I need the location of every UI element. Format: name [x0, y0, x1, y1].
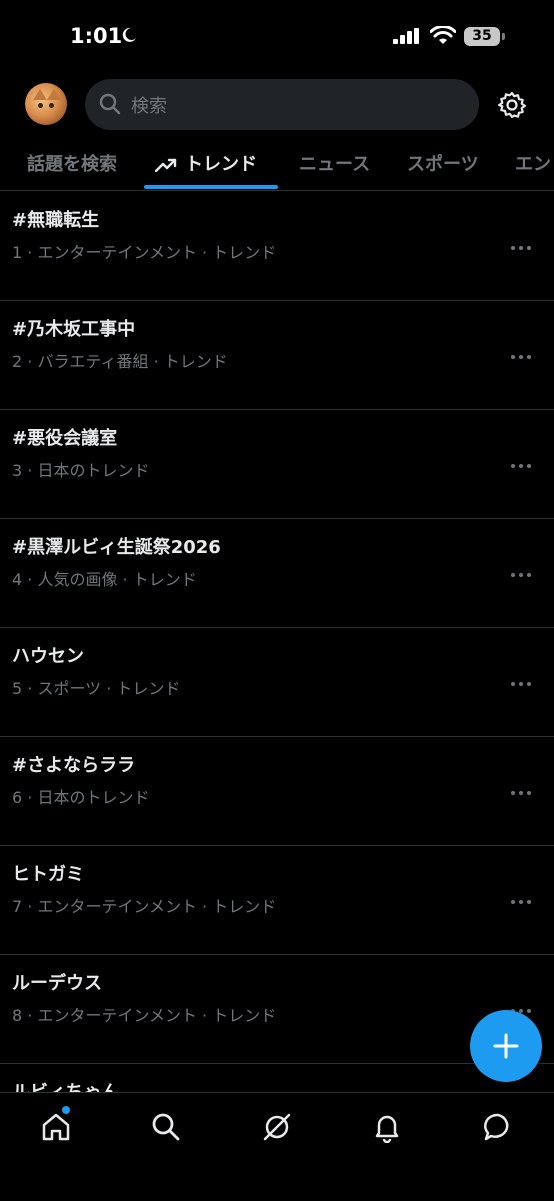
trend-item[interactable]: #乃木坂工事中 2 · バラエティ番組 · トレンド: [0, 300, 554, 410]
more-icon[interactable]: [510, 899, 532, 905]
more-icon[interactable]: [510, 245, 532, 251]
more-icon[interactable]: [510, 681, 532, 687]
trend-meta: 8 · エンターテインメント · トレンド: [12, 1006, 277, 1025]
trend-name: ヒトガミ: [12, 864, 84, 885]
bottom-nav: [0, 1092, 554, 1201]
trend-item[interactable]: ハウセン 5 · スポーツ · トレンド: [0, 627, 554, 737]
trend-item[interactable]: #黒澤ルビィ生誕祭2026 4 · 人気の画像 · トレンド: [0, 518, 554, 628]
trend-meta: 6 · 日本のトレンド: [12, 788, 150, 807]
tab-sports[interactable]: スポーツ: [407, 150, 479, 176]
signal-icon: [393, 28, 419, 44]
tab-explore[interactable]: 話題を検索: [27, 150, 117, 176]
trend-name: ハウセン: [12, 646, 84, 667]
status-time: 1:01: [70, 24, 123, 48]
trend-meta: 3 · 日本のトレンド: [12, 461, 150, 480]
search-icon: [99, 93, 121, 115]
wifi-icon: [430, 26, 456, 44]
tab-entertainment[interactable]: エン: [515, 150, 551, 176]
trend-item[interactable]: #悪役会議室 3 · 日本のトレンド: [0, 409, 554, 519]
compose-button[interactable]: [470, 1010, 542, 1082]
trend-item[interactable]: #さよならララ 6 · 日本のトレンド: [0, 736, 554, 846]
trend-meta: 4 · 人気の画像 · トレンド: [12, 570, 197, 589]
trend-item[interactable]: ヒトガミ 7 · エンターテインメント · トレンド: [0, 845, 554, 955]
more-icon[interactable]: [510, 572, 532, 578]
notifications-icon[interactable]: [371, 1111, 403, 1143]
moon-icon: [122, 27, 136, 42]
avatar[interactable]: [25, 83, 67, 125]
trend-name: #無職転生: [12, 210, 100, 231]
search-input[interactable]: 検索: [85, 79, 479, 130]
trend-meta: 7 · エンターテインメント · トレンド: [12, 897, 277, 916]
tab-bar: 話題を検索 トレンド ニュース スポーツ エン: [0, 140, 554, 191]
search-placeholder: 検索: [131, 96, 167, 117]
more-icon[interactable]: [510, 463, 532, 469]
status-bar: 1:01 35: [0, 0, 554, 72]
battery-nub: [502, 33, 505, 40]
trend-name: ルーデウス: [12, 973, 102, 994]
tab-trending-label: トレンド: [185, 154, 257, 175]
trend-name: #黒澤ルビィ生誕祭2026: [12, 537, 221, 558]
trend-name: #さよならララ: [12, 755, 136, 776]
trend-name: #悪役会議室: [12, 428, 118, 449]
grok-icon[interactable]: [261, 1111, 293, 1143]
tab-news[interactable]: ニュース: [299, 150, 370, 176]
more-icon[interactable]: [510, 354, 532, 360]
gear-icon[interactable]: [497, 90, 527, 120]
plus-icon: [493, 1033, 519, 1059]
messages-icon[interactable]: [482, 1111, 514, 1143]
active-tab-indicator: [144, 185, 278, 189]
search-icon[interactable]: [150, 1111, 182, 1143]
home-icon[interactable]: [40, 1111, 72, 1143]
tab-trending[interactable]: トレンド: [155, 150, 257, 176]
battery-icon: 35: [464, 27, 500, 46]
trending-icon: [155, 158, 177, 172]
home-notification-dot: [62, 1106, 70, 1114]
trend-meta: 1 · エンターテインメント · トレンド: [12, 243, 277, 262]
trend-name: #乃木坂工事中: [12, 319, 136, 340]
trend-meta: 2 · バラエティ番組 · トレンド: [12, 352, 228, 371]
more-icon[interactable]: [510, 790, 532, 796]
trend-item[interactable]: #無職転生 1 · エンターテインメント · トレンド: [0, 191, 554, 301]
trend-meta: 5 · スポーツ · トレンド: [12, 679, 181, 698]
